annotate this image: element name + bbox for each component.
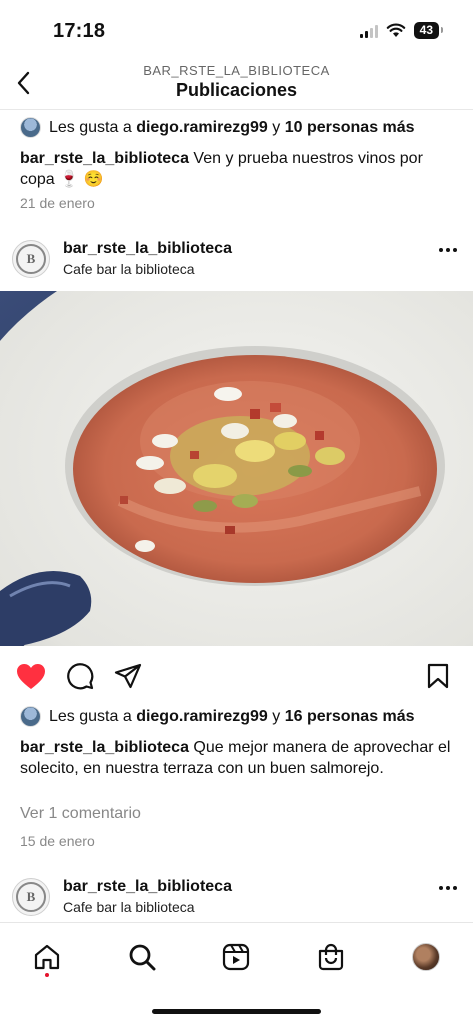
wifi-icon	[386, 23, 405, 37]
status-time: 17:18	[53, 20, 106, 42]
page-title: Publicaciones	[175, 80, 298, 100]
avatar[interactable]: B	[12, 240, 50, 278]
liker-username[interactable]: diego.ramirezg99	[136, 119, 268, 137]
liker-username[interactable]: diego.ramirezg99	[136, 708, 268, 726]
post-date: 21 de enero	[20, 195, 95, 211]
post-actions	[0, 660, 473, 694]
reels-icon	[222, 943, 250, 971]
like-button[interactable]	[15, 660, 47, 692]
avatar[interactable]: B	[12, 878, 50, 916]
top-navigation: BAR_RSTE_LA_BIBLIOTECA Publicaciones	[0, 60, 473, 110]
caption-username[interactable]: bar_rste_la_biblioteca	[20, 150, 189, 167]
likes-summary[interactable]: Les gusta a diego.ramirezg99 y 16 person…	[20, 706, 415, 727]
avatar-logo: B	[16, 882, 46, 912]
likes-others[interactable]: 10 personas más	[285, 119, 415, 137]
notification-dot	[45, 973, 49, 977]
signal-icon	[359, 24, 378, 38]
comment-bubble-icon	[67, 663, 94, 690]
post-location[interactable]: Cafe bar la biblioteca	[63, 261, 195, 277]
post-date: 15 de enero	[20, 833, 95, 849]
home-indicator	[152, 1009, 321, 1014]
status-icons: 43	[359, 22, 444, 39]
likes-others[interactable]: 16 personas más	[285, 708, 415, 726]
search-icon	[129, 944, 156, 971]
post-caption: bar_rste_la_biblioteca Ven y prueba nues…	[20, 148, 460, 190]
comment-button[interactable]	[64, 660, 96, 692]
post-location[interactable]: Cafe bar la biblioteca	[63, 899, 195, 915]
avatar-logo: B	[16, 244, 46, 274]
post-header: B bar_rste_la_biblioteca Cafe bar la bib…	[0, 876, 473, 920]
post-image[interactable]	[0, 291, 473, 646]
battery-icon: 43	[413, 22, 444, 39]
tab-shop[interactable]	[311, 937, 351, 977]
save-button[interactable]	[422, 660, 454, 692]
view-comments-link[interactable]: Ver 1 comentario	[20, 805, 141, 823]
account-name: BAR_RSTE_LA_BIBLIOTECA	[143, 63, 330, 78]
tab-home[interactable]	[27, 937, 67, 977]
likes-summary[interactable]: Les gusta a diego.ramirezg99 y 10 person…	[20, 117, 415, 138]
post-caption: bar_rste_la_biblioteca Que mejor manera …	[20, 737, 460, 779]
likes-joiner: y	[272, 707, 281, 725]
more-options-button[interactable]	[439, 248, 457, 252]
paper-plane-icon	[114, 663, 142, 689]
tab-search[interactable]	[122, 937, 162, 977]
shop-icon	[318, 943, 344, 971]
caption-username[interactable]: bar_rste_la_biblioteca	[20, 739, 189, 756]
tab-profile[interactable]	[406, 937, 446, 977]
liker-avatar	[20, 706, 41, 727]
status-bar: 17:18 43	[0, 0, 473, 60]
food-photo	[0, 291, 473, 646]
liker-avatar	[20, 117, 41, 138]
tab-reels[interactable]	[216, 937, 256, 977]
home-icon	[34, 944, 60, 970]
bottom-tab-bar	[0, 922, 473, 1024]
more-options-button[interactable]	[439, 886, 457, 890]
likes-prefix: Les gusta a	[49, 118, 132, 136]
heart-icon	[17, 663, 45, 689]
post-username[interactable]: bar_rste_la_biblioteca	[63, 878, 232, 896]
bookmark-icon	[427, 663, 449, 689]
post-username[interactable]: bar_rste_la_biblioteca	[63, 240, 232, 258]
likes-prefix: Les gusta a	[49, 707, 132, 725]
share-button[interactable]	[112, 660, 144, 692]
profile-avatar	[412, 943, 440, 971]
likes-joiner: y	[272, 118, 281, 136]
post-header: B bar_rste_la_biblioteca Cafe bar la bib…	[0, 238, 473, 282]
